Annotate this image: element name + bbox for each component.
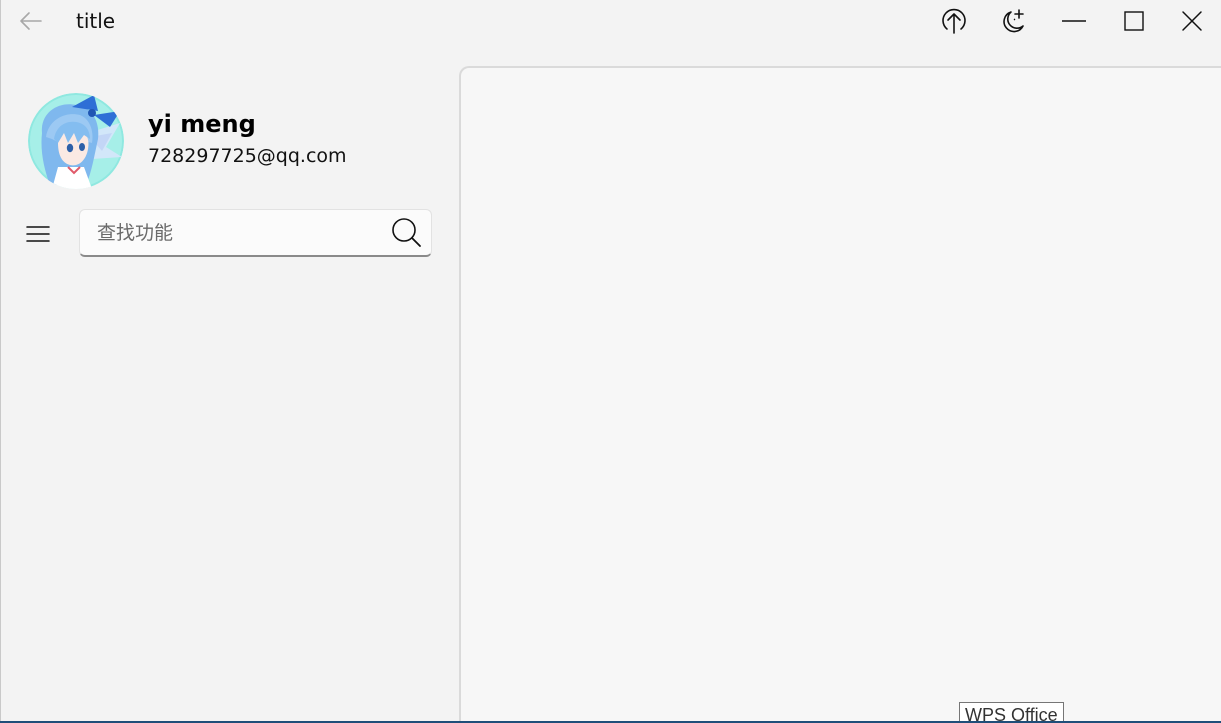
taskbar-tooltip: WPS Office	[959, 702, 1064, 723]
upload-button[interactable]	[924, 0, 984, 42]
hamburger-menu-icon	[26, 226, 50, 242]
arrow-left-icon	[20, 12, 42, 30]
app-window: title yi meng 728297725@qq.com 查找功能 WPS …	[0, 0, 1221, 723]
upload-arrow-icon	[942, 8, 966, 34]
back-button[interactable]	[14, 6, 48, 36]
avatar[interactable]	[28, 93, 124, 189]
minimize-button[interactable]	[1044, 0, 1104, 42]
maximize-icon	[1124, 11, 1144, 31]
title-bar: title	[0, 0, 1221, 42]
search-box	[79, 209, 432, 257]
theme-toggle-button[interactable]	[984, 0, 1044, 42]
content-frame	[459, 66, 1221, 723]
close-button[interactable]	[1163, 0, 1221, 42]
search-button[interactable]	[387, 214, 425, 252]
window-title: title	[76, 9, 116, 33]
user-name: yi meng	[148, 110, 256, 138]
anime-avatar-image	[28, 93, 124, 189]
window-left-border	[0, 0, 1, 723]
minimize-icon	[1062, 20, 1086, 22]
close-icon	[1182, 11, 1202, 31]
moon-sparkle-icon	[1003, 9, 1024, 33]
user-email: 728297725@qq.com	[148, 145, 347, 167]
maximize-button[interactable]	[1104, 0, 1164, 42]
search-icon	[392, 218, 421, 247]
search-input[interactable]	[80, 210, 380, 255]
hamburger-menu-button[interactable]	[18, 214, 58, 254]
